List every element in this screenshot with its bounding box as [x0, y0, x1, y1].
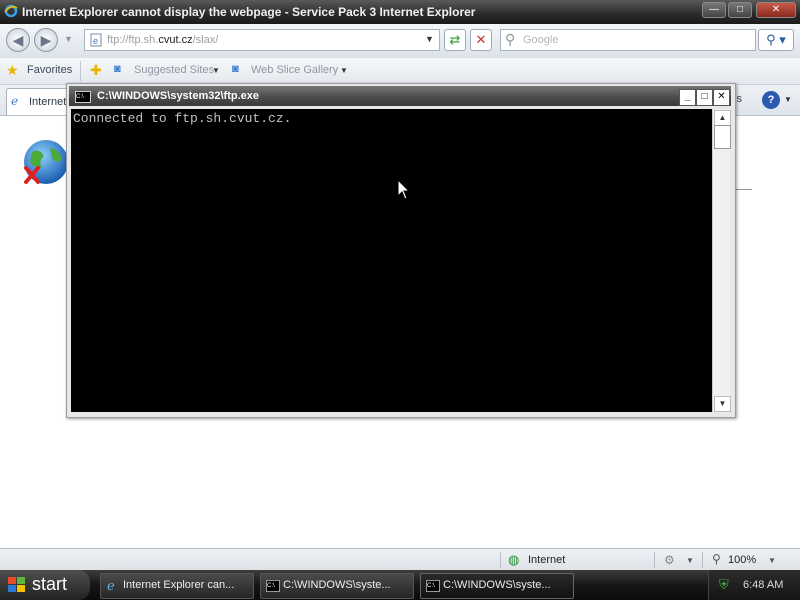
protected-mode-dropdown-icon[interactable]: ▼ — [686, 556, 694, 565]
mouse-cursor-icon — [397, 179, 411, 200]
windows-logo-icon — [8, 577, 25, 592]
cmd-minimize-button[interactable]: _ — [679, 89, 696, 106]
search-icon: ⚲ — [505, 31, 516, 47]
task-ie-icon: ℯ — [107, 578, 115, 593]
favorites-bar: ★ Favorites ✚ ◙ Suggested Sites ▼ ◙ Web … — [0, 58, 800, 85]
console-output[interactable]: Connected to ftp.sh.cvut.cz. — [71, 109, 712, 412]
internet-zone-icon: ◍ — [508, 552, 520, 567]
task-cmd-icon: C:\ — [266, 580, 280, 592]
maximize-button[interactable]: □ — [728, 2, 752, 18]
cmd-maximize-button[interactable]: □ — [696, 89, 713, 106]
divider — [80, 61, 81, 81]
task-label: Internet Explorer can... — [123, 579, 235, 591]
cmd-scrollbar[interactable]: ▲ ▼ — [712, 109, 731, 412]
scroll-down-icon[interactable]: ▼ — [714, 396, 731, 412]
task-cmd-1[interactable]: C:\ C:\WINDOWS\syste... — [260, 573, 414, 599]
favorites-button[interactable]: Favorites — [27, 64, 72, 76]
address-host: ftp://ftp.sh. — [107, 34, 159, 46]
start-button[interactable]: start — [0, 570, 90, 600]
cmd-title-bar[interactable]: C:\ C:\WINDOWS\system32\ftp.exe _ □ ✕ — [69, 86, 731, 106]
status-zone: Internet — [528, 554, 566, 566]
clock[interactable]: 6:48 AM — [743, 579, 783, 591]
zoom-dropdown-icon[interactable]: ▼ — [768, 556, 776, 565]
add-favorites-icon[interactable]: ✚ — [90, 62, 102, 79]
address-dropdown-icon[interactable]: ▼ — [425, 34, 434, 44]
zoom-level[interactable]: 100% — [728, 554, 756, 566]
favorites-star-icon: ★ — [6, 62, 19, 78]
tab-label: Internet — [29, 96, 67, 108]
history-dropdown-icon[interactable]: ▼ — [64, 34, 73, 44]
task-label: C:\WINDOWS\syste... — [443, 579, 551, 591]
status-separator — [500, 552, 501, 568]
web-slice-gallery-link[interactable]: Web Slice Gallery — [251, 64, 338, 76]
svg-text:e: e — [93, 36, 98, 46]
ie-logo-icon — [4, 4, 18, 18]
content-divider — [734, 189, 752, 190]
web-slice-icon: ◙ — [232, 63, 239, 75]
scroll-thumb[interactable] — [714, 125, 731, 149]
back-button[interactable]: ◀ — [6, 28, 30, 52]
cmd-close-button[interactable]: ✕ — [713, 89, 730, 106]
task-cmd-icon: C:\ — [426, 580, 440, 592]
status-separator — [654, 552, 655, 568]
refresh-icon[interactable]: ⇄ — [444, 29, 466, 51]
cmd-icon: C:\ — [75, 91, 91, 103]
taskbar: start ℯ Internet Explorer can... C:\ C:\… — [0, 570, 800, 600]
search-placeholder: Google — [523, 34, 559, 46]
suggested-sites-dropdown-icon[interactable]: ▼ — [212, 66, 220, 75]
minimize-button[interactable]: — — [702, 2, 726, 18]
address-bar[interactable]: e ftp://ftp.sh.cvut.cz/slax/ ▼ — [84, 29, 440, 51]
forward-button[interactable]: ▶ — [34, 28, 58, 52]
page-icon: e — [90, 33, 102, 47]
task-ie[interactable]: ℯ Internet Explorer can... — [100, 573, 254, 599]
status-bar: ◍ Internet ⚙ ▼ ⚲ 100% ▼ — [0, 548, 800, 571]
task-cmd-2[interactable]: C:\ C:\WINDOWS\syste... — [420, 573, 574, 599]
stop-icon[interactable]: ✕ — [470, 29, 492, 51]
search-button[interactable]: ⚲ ▾ — [758, 29, 794, 51]
protected-mode-icon[interactable]: ⚙ — [664, 553, 675, 567]
address-path: /slax/ — [192, 34, 219, 46]
address-domain: cvut.cz — [158, 34, 193, 46]
task-label: C:\WINDOWS\syste... — [283, 579, 391, 591]
help-icon[interactable]: ? — [762, 91, 780, 109]
tab-ie-icon: ℯ — [11, 94, 19, 108]
system-tray: ⛨ 6:48 AM — [708, 570, 800, 600]
help-dropdown-icon[interactable]: ▼ — [784, 95, 792, 104]
cmd-window[interactable]: C:\ C:\WINDOWS\system32\ftp.exe _ □ ✕ Co… — [66, 83, 736, 418]
browser-title-bar[interactable]: Internet Explorer cannot display the web… — [0, 0, 800, 24]
suggested-sites-icon: ◙ — [114, 63, 121, 75]
zoom-icon: ⚲ — [712, 552, 721, 566]
cmd-title: C:\WINDOWS\system32\ftp.exe — [97, 90, 259, 102]
error-globe-icon — [24, 140, 68, 184]
search-input[interactable]: ⚲ Google — [500, 29, 756, 51]
web-slice-dropdown-icon[interactable]: ▼ — [340, 66, 348, 75]
suggested-sites-link[interactable]: Suggested Sites — [134, 64, 214, 76]
start-label: start — [32, 574, 68, 594]
scroll-up-icon[interactable]: ▲ — [714, 110, 731, 126]
status-separator — [702, 552, 703, 568]
close-button[interactable]: ✕ — [756, 2, 796, 18]
browser-title: Internet Explorer cannot display the web… — [22, 5, 476, 19]
security-tray-icon[interactable]: ⛨ — [719, 577, 729, 593]
console-line: Connected to ftp.sh.cvut.cz. — [73, 111, 292, 126]
navigation-bar: ◀ ▶ ▼ e ftp://ftp.sh.cvut.cz/slax/ ▼ ⇄ ✕… — [0, 24, 800, 58]
